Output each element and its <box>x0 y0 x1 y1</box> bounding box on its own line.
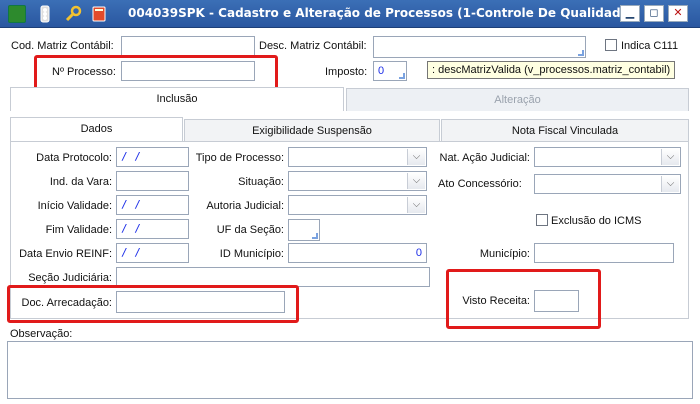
nat-acao-select[interactable]: ⌵ <box>534 147 681 167</box>
cod-matriz-input[interactable] <box>121 36 255 56</box>
chevron-down-icon[interactable]: ⌵ <box>407 149 425 165</box>
app-icon <box>8 5 26 23</box>
id-municipio-label: ID Município: <box>219 248 284 260</box>
data-envio-reinf-input[interactable]: / / <box>116 243 189 263</box>
imposto-value: 0 <box>378 65 385 77</box>
tab-dados[interactable]: Dados <box>10 117 183 141</box>
resize-corner-icon <box>578 50 584 56</box>
id-municipio-input[interactable]: 0 <box>288 243 427 263</box>
cod-matriz-label: Cod. Matriz Contábil: <box>11 40 114 52</box>
situacao-label: Situação: <box>238 176 284 188</box>
indica-c111-checkbox[interactable] <box>605 39 617 51</box>
municipio-input[interactable] <box>534 243 674 263</box>
municipio-label: Município: <box>479 248 530 260</box>
resize-corner-icon <box>312 233 318 239</box>
close-button[interactable]: ✕ <box>668 5 688 22</box>
visto-receita-label: Visto Receita: <box>462 295 530 307</box>
ato-concessorio-label: Ato Concessório: <box>438 178 522 190</box>
secao-judiciaria-input[interactable] <box>116 267 430 287</box>
resize-corner-icon <box>399 73 405 79</box>
tipo-processo-label: Tipo de Processo: <box>195 152 284 164</box>
doc-arrecadacao-label: Doc. Arrecadação: <box>21 297 113 309</box>
ind-vara-label: Ind. da Vara: <box>49 176 112 188</box>
nat-acao-label: Nat. Ação Judicial: <box>439 152 531 164</box>
data-protocolo-input[interactable]: / / <box>116 147 189 167</box>
imposto-label: Imposto: <box>325 66 368 78</box>
chevron-down-icon[interactable]: ⌵ <box>407 197 425 213</box>
traffic-light-icon[interactable] <box>36 5 54 23</box>
desc-matriz-input[interactable] <box>373 36 586 58</box>
desc-matriz-label: Desc. Matriz Contábil: <box>259 40 367 52</box>
processo-label: Nº Processo: <box>52 66 116 78</box>
situacao-select[interactable]: ⌵ <box>288 171 427 191</box>
autoria-judicial-select[interactable]: ⌵ <box>288 195 427 215</box>
fim-validade-label: Fim Validade: <box>45 224 112 236</box>
uf-secao-label: UF da Seção: <box>216 224 284 236</box>
fim-validade-input[interactable]: / / <box>116 219 189 239</box>
ato-concessorio-select[interactable]: ⌵ <box>534 174 681 194</box>
secao-judiciaria-label: Seção Judiciária: <box>28 272 112 284</box>
chevron-down-icon[interactable]: ⌵ <box>661 149 679 165</box>
wrench-icon[interactable] <box>64 5 82 23</box>
doc-arrecadacao-input[interactable] <box>116 291 285 313</box>
tooltip: : descMatrizValida (v_processos.matriz_c… <box>427 61 676 79</box>
observacao-textarea[interactable] <box>7 341 693 399</box>
autoria-judicial-label: Autoria Judicial: <box>206 200 284 212</box>
imposto-input[interactable]: 0 <box>373 61 407 81</box>
chevron-down-icon[interactable]: ⌵ <box>407 173 425 189</box>
restore-button[interactable]: ◻ <box>644 5 664 22</box>
tipo-processo-select[interactable]: ⌵ <box>288 147 427 167</box>
minimize-button[interactable]: ▁ <box>620 5 640 22</box>
indica-c111-label: Indica C111 <box>621 40 679 52</box>
data-envio-reinf-label: Data Envio REINF: <box>19 248 112 260</box>
visto-receita-input[interactable] <box>534 290 579 312</box>
exclusao-icms-checkbox[interactable] <box>536 214 548 226</box>
ind-vara-input[interactable] <box>116 171 189 191</box>
tab-nota-fiscal[interactable]: Nota Fiscal Vinculada <box>441 119 689 141</box>
tab-inclusao[interactable]: Inclusão <box>10 87 344 111</box>
inicio-validade-input[interactable]: / / <box>116 195 189 215</box>
tab-exigibilidade[interactable]: Exigibilidade Suspensão <box>184 119 440 141</box>
title-bar: 004039SPK - Cadastro e Alteração de Proc… <box>0 0 700 28</box>
observacao-label: Observação: <box>10 328 73 340</box>
exclusao-icms-label: Exclusão do ICMS <box>551 215 642 227</box>
chevron-down-icon[interactable]: ⌵ <box>661 176 679 192</box>
processo-input[interactable] <box>121 61 255 81</box>
inicio-validade-label: Início Validade: <box>37 200 112 212</box>
book-icon[interactable] <box>90 5 108 23</box>
uf-secao-input[interactable] <box>288 219 320 241</box>
data-protocolo-label: Data Protocolo: <box>36 152 112 164</box>
tab-alteracao[interactable]: Alteração <box>346 88 689 111</box>
window-title: 004039SPK - Cadastro e Alteração de Proc… <box>128 6 635 20</box>
